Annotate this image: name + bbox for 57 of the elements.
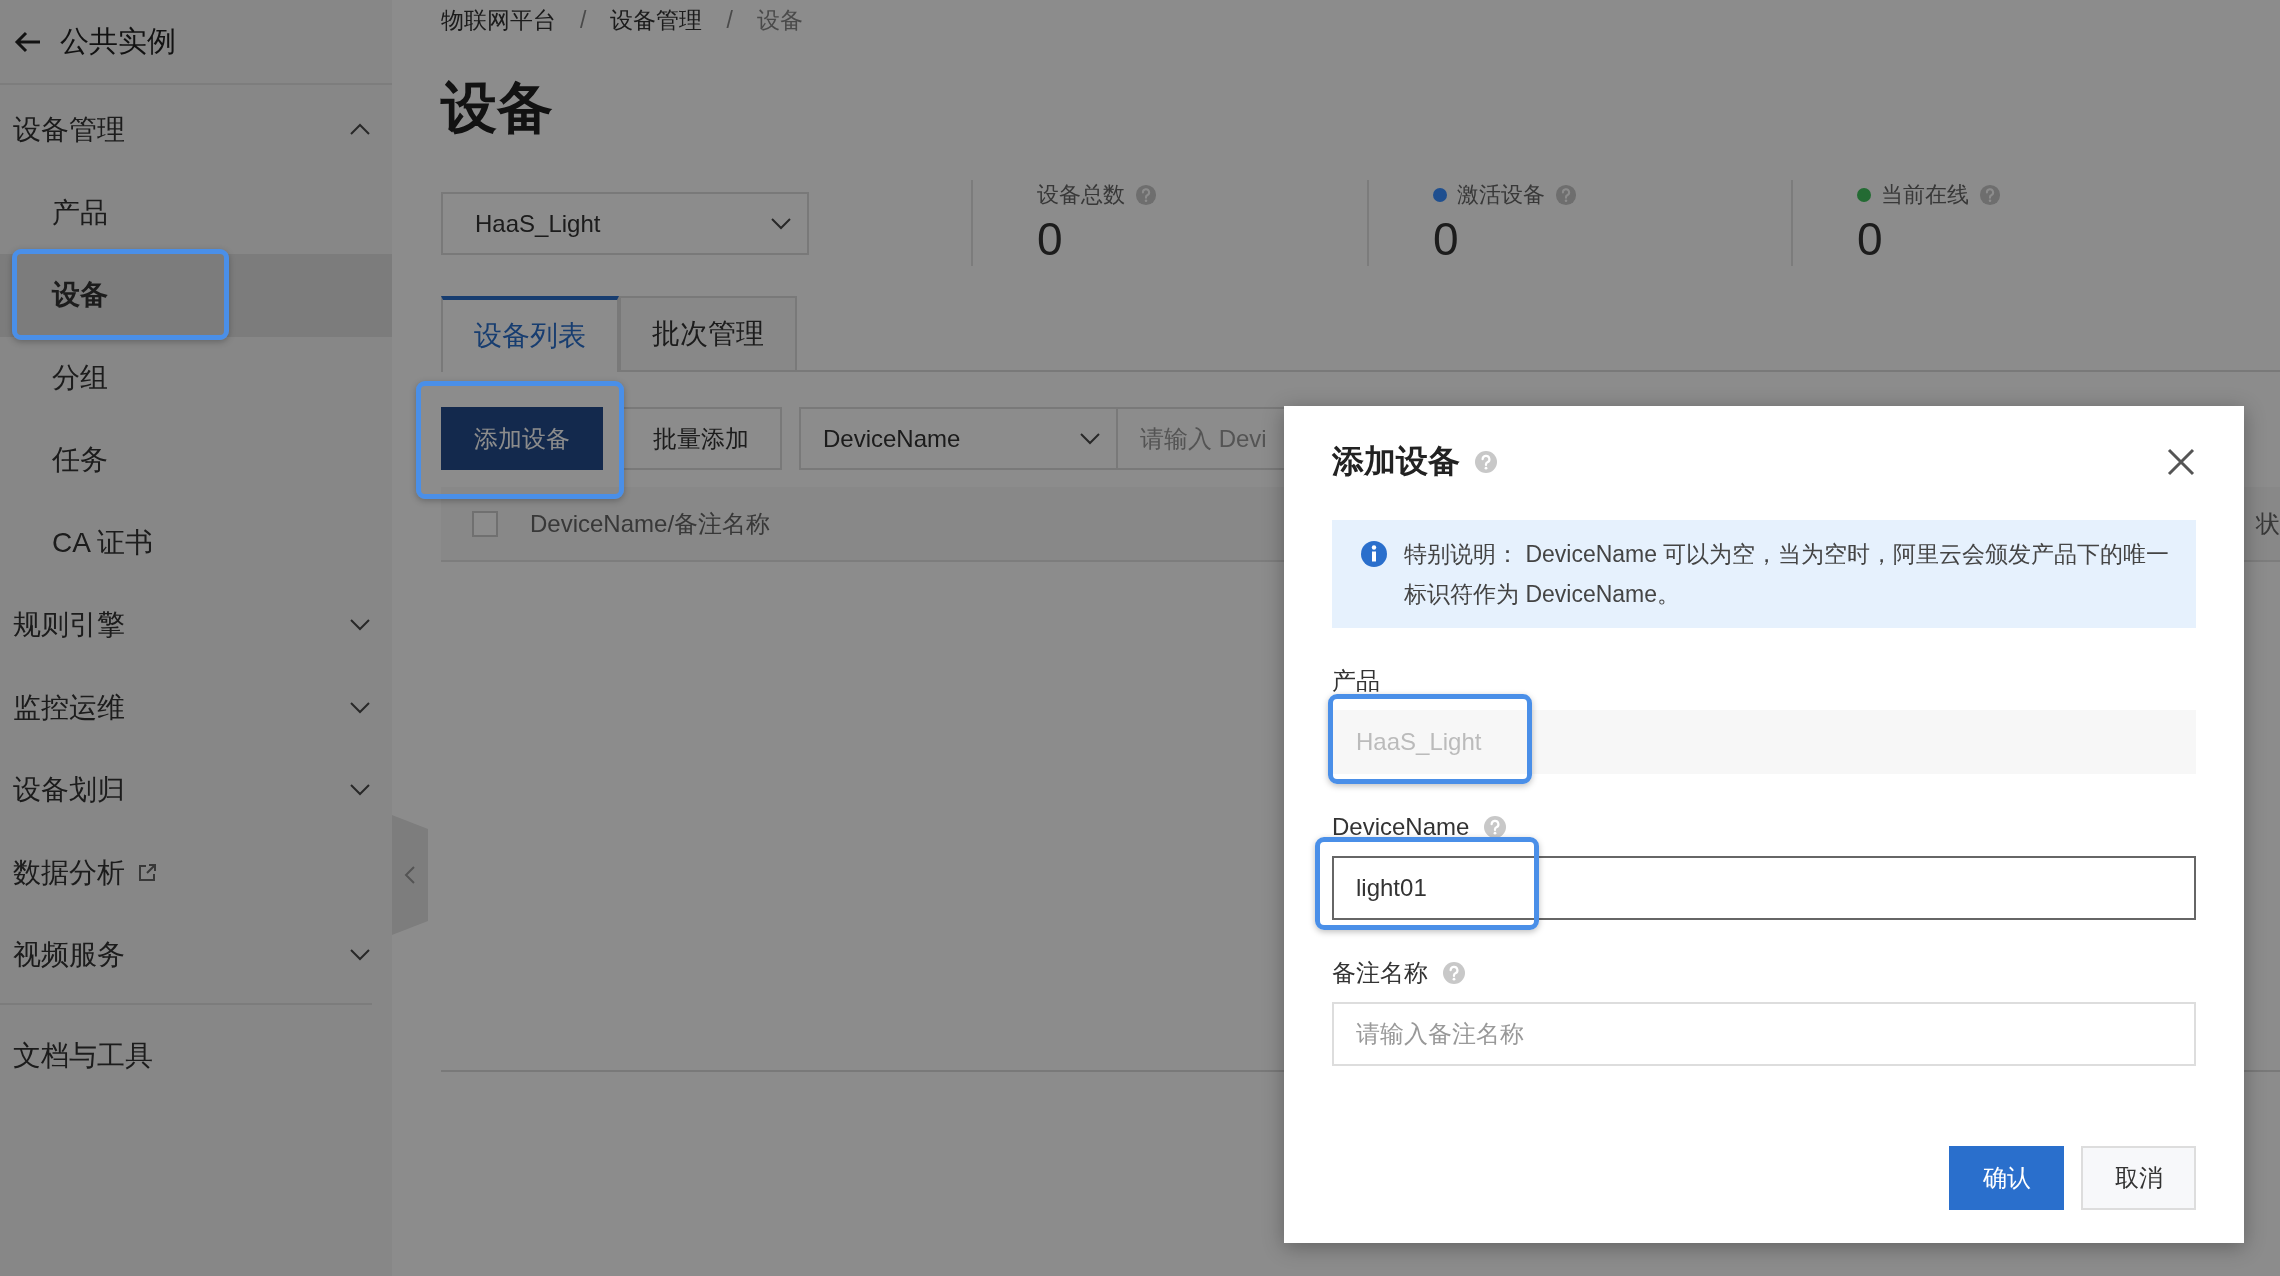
input-field[interactable]: light01	[1332, 856, 2196, 920]
info-text: 特别说明： DeviceName 可以为空，当为空时，阿里云会颁发产品下的唯一标识符作为 DeviceName。	[1404, 540, 2171, 609]
help-icon[interactable]	[1442, 961, 1466, 985]
sidebar-item[interactable]: CA 证书	[0, 501, 392, 584]
filter-select[interactable]: DeviceName	[799, 407, 1118, 470]
stat-label: 当前在线	[1881, 181, 1969, 209]
sidebar-item[interactable]: 任务	[0, 419, 392, 502]
menu-link[interactable]: 数据分析	[0, 831, 392, 914]
breadcrumb-separator: /	[580, 6, 587, 34]
tab[interactable]: 设备列表	[441, 296, 619, 372]
close-icon[interactable]	[2166, 447, 2196, 477]
back-arrow-icon[interactable]	[14, 29, 42, 54]
stat-value: 0	[1857, 212, 1884, 266]
product-select[interactable]: HaaS_Light	[441, 192, 809, 255]
menu-group[interactable]: 设备管理	[0, 89, 392, 172]
stat-value: 0	[1037, 212, 1064, 266]
field-label: 备注名称	[1332, 958, 1428, 988]
help-icon[interactable]	[1979, 184, 2001, 206]
help-icon[interactable]	[1135, 184, 1157, 206]
stat-value: 0	[1433, 212, 1460, 266]
menu-group-label: 设备管理	[13, 113, 125, 148]
menu-group-label: 视频服务	[13, 938, 125, 973]
menu-group-label: 监控运维	[13, 690, 125, 725]
menu-group[interactable]: 设备划归	[0, 749, 392, 832]
breadcrumb-current: 设备	[756, 5, 803, 35]
menu-item[interactable]: 文档与工具	[0, 1014, 392, 1097]
external-link-icon	[137, 862, 157, 883]
instance-title: 公共实例	[60, 23, 176, 59]
menu-group[interactable]: 规则引擎	[0, 584, 392, 667]
info-icon	[1360, 540, 1388, 568]
confirm-button[interactable]: 确认	[1949, 1146, 2064, 1210]
field-label: DeviceName	[1332, 813, 1470, 841]
field-label: 产品	[1332, 666, 1380, 696]
menu-link-label: 数据分析	[13, 855, 125, 890]
menu-group-label: 规则引擎	[13, 608, 125, 643]
column-header: DeviceName/备注名称	[530, 508, 771, 539]
help-icon[interactable]	[1474, 450, 1498, 474]
tab[interactable]: 批次管理	[619, 296, 797, 370]
add-button[interactable]: 添加设备	[441, 407, 603, 470]
page-title: 设备	[441, 75, 554, 141]
cancel-button[interactable]: 取消	[2081, 1146, 2196, 1210]
menu-group-label: 设备划归	[13, 773, 125, 808]
help-icon[interactable]	[1555, 184, 1577, 206]
menu-group[interactable]: 视频服务	[0, 914, 392, 997]
collapse-handle[interactable]	[392, 815, 428, 935]
breadcrumb-link[interactable]: 设备管理	[610, 4, 703, 36]
menu-group[interactable]: 监控运维	[0, 666, 392, 749]
sidebar-item[interactable]: 产品	[0, 171, 392, 254]
help-icon[interactable]	[1483, 815, 1508, 839]
checkbox[interactable]	[472, 510, 498, 537]
breadcrumb-link[interactable]: 物联网平台	[441, 4, 556, 36]
input-field[interactable]: 请输入备注名称	[1332, 1002, 2196, 1066]
stat-label: 设备总数	[1037, 181, 1125, 209]
dialog-title: 添加设备	[1332, 442, 1460, 481]
column-header: 状	[2256, 508, 2280, 539]
breadcrumb-separator: /	[726, 6, 733, 34]
stat-label: 激活设备	[1457, 181, 1545, 209]
